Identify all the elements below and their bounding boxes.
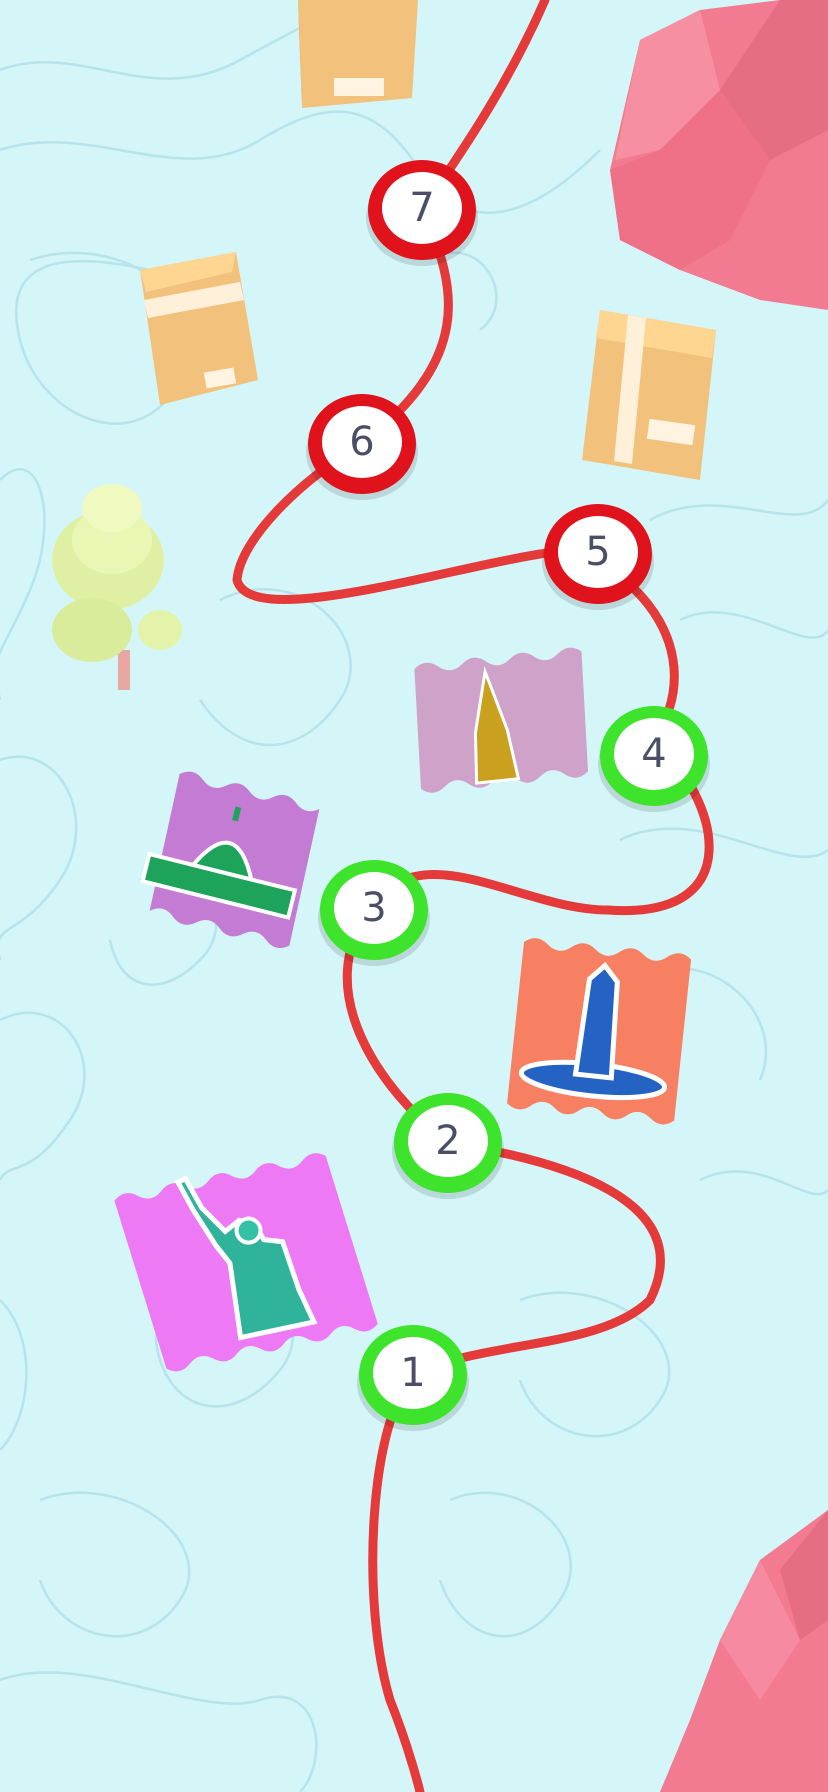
level-number: 5 — [585, 529, 610, 575]
cardboard-box — [298, 0, 418, 108]
level-number: 1 — [400, 1350, 425, 1396]
level-path — [232, 0, 714, 1792]
cardboard-box — [140, 252, 258, 405]
level-number: 2 — [435, 1118, 460, 1164]
level-node-6[interactable]: 6 — [306, 394, 418, 500]
level-number: 7 — [409, 185, 434, 231]
stamp-statue-of-liberty[interactable] — [113, 1146, 379, 1377]
stamp-washington-monument[interactable] — [507, 937, 692, 1126]
level-map: 1 2 3 4 5 6 7 — [0, 0, 828, 1792]
level-number: 4 — [641, 731, 666, 777]
level-number: 6 — [349, 419, 374, 465]
map-canvas: 1 2 3 4 5 6 7 — [0, 0, 828, 1792]
level-node-1[interactable]: 1 — [357, 1325, 469, 1431]
stamp-us-capitol[interactable] — [135, 767, 325, 951]
level-node-4[interactable]: 4 — [598, 706, 710, 812]
cardboard-box — [582, 310, 716, 480]
level-node-7[interactable]: 7 — [366, 160, 478, 266]
pink-rock — [610, 0, 828, 310]
level-node-3[interactable]: 3 — [318, 860, 430, 966]
level-node-2[interactable]: 2 — [392, 1093, 504, 1199]
level-node-5[interactable]: 5 — [542, 504, 654, 610]
bush-tree — [52, 484, 182, 690]
pink-rock — [660, 1510, 828, 1792]
stamp-empire-state-building[interactable] — [408, 646, 595, 793]
level-number: 3 — [361, 885, 386, 931]
